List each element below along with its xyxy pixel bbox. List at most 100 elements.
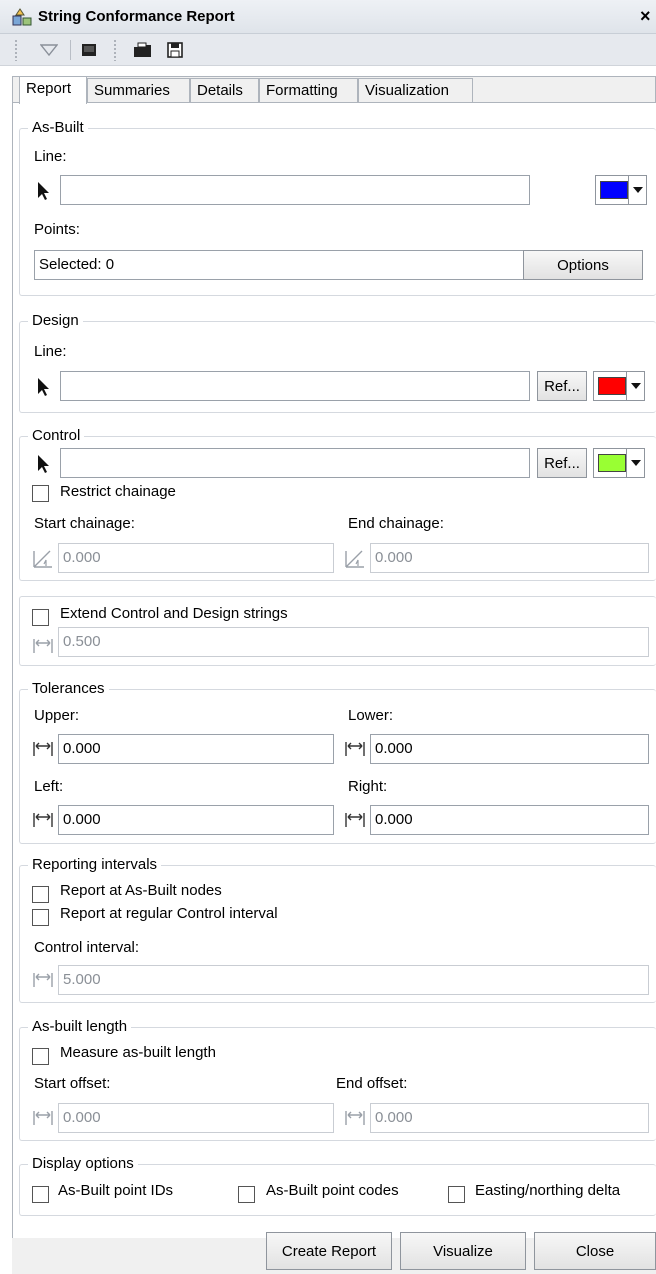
right-tolerance-input[interactable]: 0.000 (370, 805, 649, 835)
extend-strings-label: Extend Control and Design strings (60, 605, 288, 622)
group-legend: Display options (28, 1155, 138, 1172)
distance-icon (33, 639, 53, 653)
point-codes-checkbox[interactable] (238, 1186, 255, 1203)
group-legend: Tolerances (28, 680, 109, 697)
visualize-button[interactable]: Visualize (400, 1232, 526, 1270)
filter-icon[interactable] (38, 39, 60, 61)
extend-distance-input[interactable]: 0.500 (58, 627, 649, 657)
control-line-input[interactable] (60, 448, 530, 478)
color-swatch (598, 454, 626, 472)
distance-icon (345, 813, 365, 827)
lower-label: Lower: (348, 707, 394, 724)
extend-group: Extend Control and Design strings 0.500 (19, 596, 656, 666)
create-report-button[interactable]: Create Report (266, 1232, 392, 1270)
display-options-group: Display options As-Built point IDs As-Bu… (19, 1155, 656, 1216)
pick-arrow-icon[interactable] (36, 377, 50, 397)
distance-icon (33, 742, 53, 756)
design-color-picker[interactable] (593, 371, 645, 401)
open-folder-icon[interactable] (132, 39, 154, 61)
start-chainage-label: Start chainage: (34, 515, 135, 532)
save-icon[interactable] (164, 39, 186, 61)
control-group: Control Ref... Restrict chainage Start c… (19, 427, 656, 581)
tab-formatting[interactable]: Formatting (259, 78, 358, 102)
chevron-down-icon (626, 372, 644, 400)
group-legend: As-Built (28, 119, 88, 136)
left-label: Left: (34, 778, 64, 795)
options-button[interactable]: Options (523, 250, 643, 280)
report-regular-checkbox[interactable] (32, 909, 49, 926)
lower-tolerance-input[interactable]: 0.000 (370, 734, 649, 764)
restrict-chainage-checkbox[interactable] (32, 485, 49, 502)
toolbar (0, 34, 656, 66)
distance-icon (33, 1111, 53, 1125)
design-group: Design Line: Ref... (19, 312, 656, 413)
end-offset-input[interactable]: 0.000 (370, 1103, 649, 1133)
easting-northing-label: Easting/northing delta (475, 1182, 621, 1199)
group-legend: Design (28, 312, 83, 329)
end-chainage-label: End chainage: (348, 515, 444, 532)
distance-icon (33, 813, 53, 827)
measure-length-label: Measure as-built length (60, 1044, 216, 1061)
group-legend: As-built length (28, 1018, 132, 1035)
points-label: Points: (34, 221, 80, 238)
control-interval-label: Control interval: (34, 939, 140, 956)
window-title: String Conformance Report (38, 8, 235, 25)
chainage-icon (345, 550, 364, 568)
group-legend: Control (28, 427, 85, 444)
start-chainage-input[interactable]: 0.000 (58, 543, 334, 573)
as-built-color-picker[interactable] (595, 175, 647, 205)
measure-length-checkbox[interactable] (32, 1048, 49, 1065)
title-bar: String Conformance Report × (0, 0, 656, 34)
pick-arrow-icon[interactable] (36, 181, 50, 201)
grip-icon[interactable] (113, 39, 117, 61)
as-built-line-input[interactable] (60, 175, 530, 205)
line-label: Line: (34, 343, 67, 360)
extend-strings-checkbox[interactable] (32, 609, 49, 626)
tab-summaries[interactable]: Summaries (87, 78, 190, 102)
left-tolerance-input[interactable]: 0.000 (58, 805, 334, 835)
as-built-group: As-Built Line: Points: Selected: 0 Optio… (19, 119, 656, 296)
point-ids-checkbox[interactable] (32, 1186, 49, 1203)
grip-icon[interactable] (14, 39, 18, 61)
chainage-icon (33, 550, 52, 568)
report-regular-label: Report at regular Control interval (60, 905, 278, 922)
easting-northing-checkbox[interactable] (448, 1186, 465, 1203)
control-interval-input[interactable]: 5.000 (58, 965, 649, 995)
app-icon (12, 8, 32, 26)
close-icon[interactable]: × (640, 6, 651, 27)
tab-report[interactable]: Report (19, 76, 87, 104)
upper-label: Upper: (34, 707, 80, 724)
control-ref-button[interactable]: Ref... (537, 448, 587, 478)
report-nodes-checkbox[interactable] (32, 886, 49, 903)
right-label: Right: (348, 778, 388, 795)
point-codes-label: As-Built point codes (266, 1182, 399, 1199)
color-swatch (598, 377, 626, 395)
distance-icon (33, 973, 53, 987)
chevron-down-icon (626, 449, 644, 477)
tab-visualization[interactable]: Visualization (358, 78, 473, 102)
design-line-input[interactable] (60, 371, 530, 401)
distance-icon (345, 1111, 365, 1125)
tab-details[interactable]: Details (190, 78, 259, 102)
console-icon[interactable] (78, 39, 100, 61)
start-offset-label: Start offset: (34, 1075, 111, 1092)
start-offset-input[interactable]: 0.000 (58, 1103, 334, 1133)
restrict-chainage-label: Restrict chainage (60, 483, 176, 500)
pick-arrow-icon[interactable] (36, 454, 50, 474)
design-ref-button[interactable]: Ref... (537, 371, 587, 401)
color-swatch (600, 181, 628, 199)
end-offset-label: End offset: (336, 1075, 408, 1092)
distance-icon (345, 742, 365, 756)
tolerances-group: Tolerances Upper: Lower: 0.000 0.000 Lef… (19, 680, 656, 844)
close-button[interactable]: Close (534, 1232, 656, 1270)
reporting-intervals-group: Reporting intervals Report at As-Built n… (19, 856, 656, 1003)
points-selected-field: Selected: 0 (34, 250, 544, 280)
toolbar-separator (70, 40, 71, 60)
as-built-length-group: As-built length Measure as-built length … (19, 1018, 656, 1141)
end-chainage-input[interactable]: 0.000 (370, 543, 649, 573)
report-nodes-label: Report at As-Built nodes (60, 882, 222, 899)
line-label: Line: (34, 148, 67, 165)
control-color-picker[interactable] (593, 448, 645, 478)
point-ids-label: As-Built point IDs (58, 1182, 174, 1199)
upper-tolerance-input[interactable]: 0.000 (58, 734, 334, 764)
